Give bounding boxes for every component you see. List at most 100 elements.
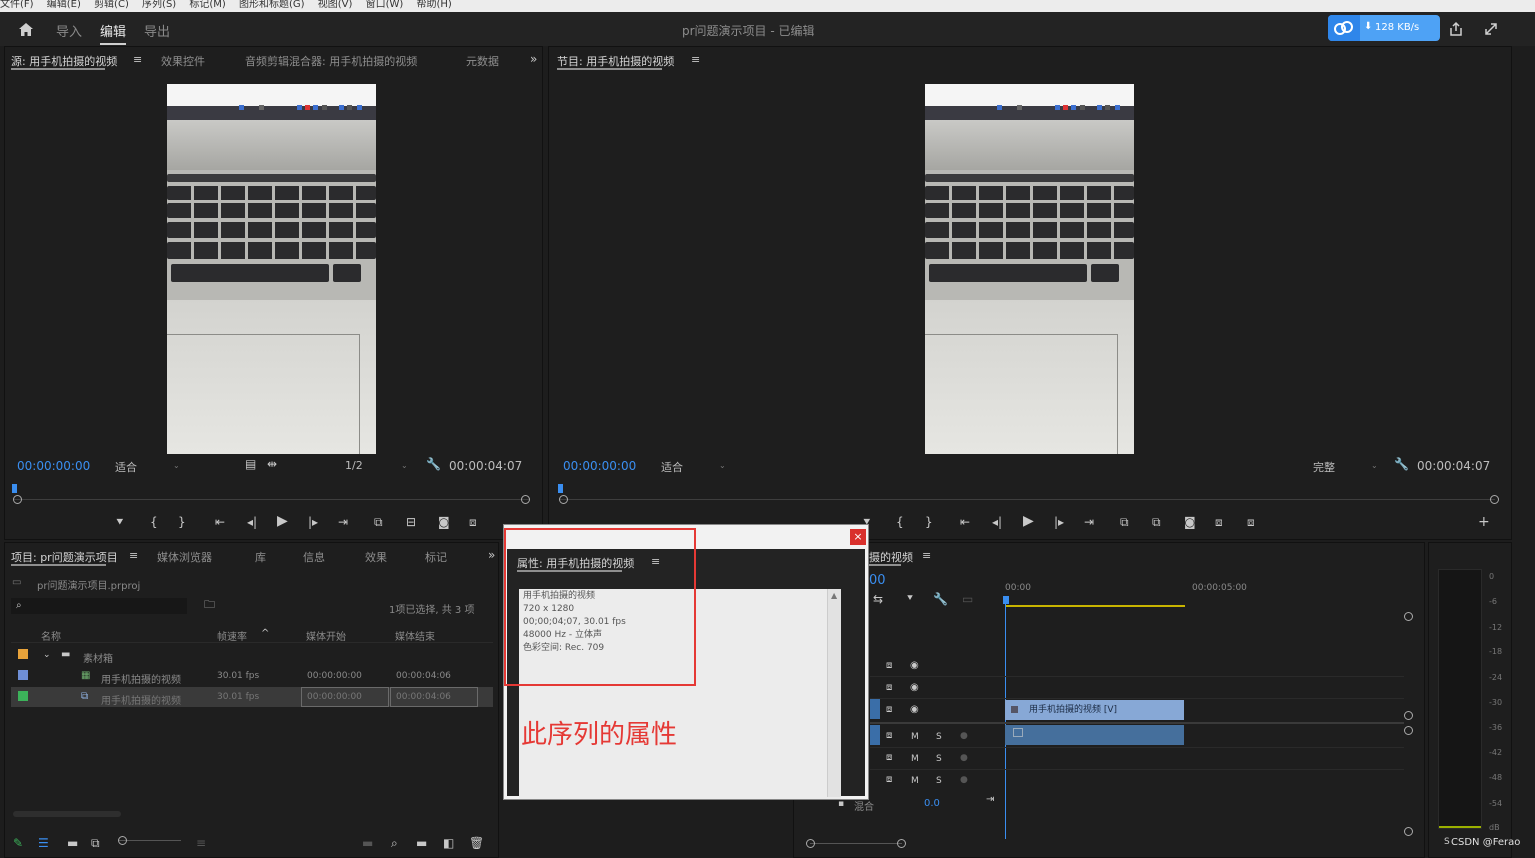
- camera-icon[interactable]: ◙: [438, 516, 450, 528]
- go-to-out-icon[interactable]: ⇥: [1084, 516, 1094, 528]
- mark-in-icon[interactable]: {: [896, 516, 904, 528]
- chevron-down-icon[interactable]: ⌄: [719, 460, 726, 472]
- workspace-import[interactable]: 导入: [56, 21, 82, 40]
- mark-out-icon[interactable]: }: [178, 516, 186, 528]
- tab-timeline[interactable]: 摄的视频: [869, 549, 913, 566]
- list-view-icon[interactable]: ☰: [38, 837, 49, 849]
- button-editor-icon[interactable]: ⧈: [469, 516, 477, 528]
- horizontal-zoom-bar[interactable]: [810, 843, 902, 844]
- mic-icon[interactable]: ●: [960, 752, 968, 764]
- v1-target[interactable]: [870, 699, 880, 719]
- lift-icon[interactable]: ⧉: [1120, 516, 1129, 528]
- tab-audio-clip-mixer[interactable]: 音频剪辑混合器: 用手机拍摄的视频: [245, 53, 417, 69]
- share-icon[interactable]: [1448, 21, 1464, 37]
- tab-project[interactable]: 项目: pr问题演示项目: [11, 549, 118, 566]
- chevron-down-icon[interactable]: ⌄: [1371, 460, 1378, 472]
- sync-lock-icon[interactable]: ⧈: [886, 660, 892, 672]
- source-fit-select[interactable]: 适合: [115, 459, 137, 475]
- mic-icon[interactable]: ●: [960, 774, 968, 786]
- mic-icon[interactable]: ●: [960, 730, 968, 742]
- go-to-end-icon[interactable]: ⇥: [986, 794, 994, 806]
- zoom-handle-left[interactable]: [806, 839, 815, 848]
- play-icon[interactable]: ▶: [1023, 514, 1034, 528]
- menu-marker[interactable]: 标记(M): [189, 0, 225, 10]
- playhead-line[interactable]: [1005, 603, 1006, 839]
- chevron-down-icon[interactable]: ⌄: [401, 460, 408, 472]
- table-row[interactable]: ▦ 用手机拍摄的视频 30.01 fps 00:00:00:00 00:00:0…: [11, 666, 493, 686]
- mute-button[interactable]: M: [911, 775, 919, 787]
- vertical-zoom-handle[interactable]: [1404, 726, 1413, 735]
- go-to-in-icon[interactable]: ⇤: [215, 516, 225, 528]
- new-item-icon[interactable]: ◧: [443, 837, 454, 849]
- sort-icon[interactable]: ≡: [196, 837, 206, 849]
- new-bin-icon[interactable]: ▬: [416, 837, 427, 849]
- search-input[interactable]: [11, 598, 187, 614]
- snap-icon[interactable]: ⇆: [873, 593, 883, 605]
- workspace-export[interactable]: 导出: [144, 21, 170, 40]
- source-resolution-select[interactable]: 1/2: [345, 459, 363, 472]
- col-fps[interactable]: 帧速率: [217, 628, 247, 643]
- automate-icon[interactable]: ▬: [362, 837, 373, 849]
- expand-chevron-icon[interactable]: ⌄: [43, 649, 51, 661]
- captions-icon[interactable]: ▭: [962, 593, 973, 605]
- vertical-zoom-handle[interactable]: [1404, 827, 1413, 836]
- program-timecode[interactable]: 00:00:00:00: [563, 459, 636, 473]
- menu-view[interactable]: 视图(V): [318, 0, 353, 10]
- mark-in-icon[interactable]: {: [150, 516, 158, 528]
- comparison-view-icon[interactable]: ⧈: [1215, 516, 1223, 528]
- add-marker-icon[interactable]: ⯆: [906, 593, 914, 605]
- go-to-out-icon[interactable]: ⇥: [338, 516, 348, 528]
- playhead-icon[interactable]: [12, 484, 17, 493]
- playhead-icon[interactable]: [1003, 596, 1009, 604]
- video-clip[interactable]: 用手机拍摄的视频 [V]: [1005, 700, 1184, 720]
- wrench-icon[interactable]: 🔧: [1394, 458, 1409, 470]
- insert-icon[interactable]: ⧉: [374, 516, 383, 528]
- camera-icon[interactable]: ◙: [1184, 516, 1196, 528]
- zoom-handle-right[interactable]: [897, 839, 906, 848]
- work-area-bar[interactable]: [1005, 605, 1185, 607]
- tab-libraries[interactable]: 库: [255, 549, 266, 565]
- mute-button[interactable]: M: [911, 753, 919, 765]
- tab-metadata[interactable]: 元数据: [466, 53, 499, 69]
- menu-clip[interactable]: 剪辑(C): [94, 0, 129, 10]
- eye-icon[interactable]: ◉: [910, 682, 919, 694]
- new-bin-from-search-icon[interactable]: 🗀: [204, 599, 215, 611]
- add-marker-icon[interactable]: ⯆: [115, 516, 125, 528]
- tab-media-browser[interactable]: 媒体浏览器: [157, 549, 212, 565]
- program-quality-select[interactable]: 完整: [1313, 459, 1335, 475]
- find-icon[interactable]: ⌕: [391, 837, 398, 849]
- overflow-icon[interactable]: »: [488, 549, 495, 561]
- table-row-selected[interactable]: ⧉ 用手机拍摄的视频 30.01 fps 00:00:00:00 00:00:0…: [11, 687, 493, 707]
- tab-effect-controls[interactable]: 效果控件: [161, 53, 205, 69]
- program-fit-select[interactable]: 适合: [661, 459, 683, 475]
- go-to-in-icon[interactable]: ⇤: [960, 516, 970, 528]
- tab-effects[interactable]: 效果: [365, 549, 387, 565]
- search-icon[interactable]: ⌕: [16, 600, 22, 612]
- menu-window[interactable]: 窗口(W): [366, 0, 404, 10]
- label-color-swatch[interactable]: [18, 691, 28, 701]
- label-color-swatch[interactable]: [18, 670, 28, 680]
- mark-out-icon[interactable]: }: [925, 516, 933, 528]
- tab-source[interactable]: 源: 用手机拍摄的视频: [11, 53, 117, 70]
- audio-clip[interactable]: [1005, 725, 1184, 745]
- solo-button[interactable]: S: [936, 731, 942, 743]
- tab-program[interactable]: 节目: 用手机拍摄的视频: [557, 53, 674, 70]
- overwrite-icon[interactable]: ⊟: [406, 516, 416, 528]
- panel-menu-icon[interactable]: ≡: [133, 54, 142, 66]
- vertical-zoom-handle[interactable]: [1404, 711, 1413, 720]
- step-back-icon[interactable]: ◂|: [992, 516, 1002, 528]
- playhead-icon[interactable]: [558, 484, 563, 493]
- panel-menu-icon[interactable]: ≡: [129, 550, 138, 562]
- step-back-icon[interactable]: ◂|: [247, 516, 257, 528]
- a1-target[interactable]: [870, 725, 880, 745]
- mute-button[interactable]: M: [911, 731, 919, 743]
- wrench-icon[interactable]: 🔧: [426, 458, 441, 470]
- timeline-timecode[interactable]: 00: [869, 573, 886, 588]
- vertical-zoom-handle[interactable]: [1404, 612, 1413, 621]
- step-forward-icon[interactable]: |▸: [1054, 516, 1064, 528]
- sort-up-icon[interactable]: ^: [261, 628, 269, 640]
- tab-markers[interactable]: 标记: [425, 549, 447, 565]
- freeform-view-icon[interactable]: ⧉: [91, 837, 100, 849]
- wrench-icon[interactable]: 🔧: [933, 593, 948, 605]
- fullscreen-icon[interactable]: [1483, 21, 1499, 37]
